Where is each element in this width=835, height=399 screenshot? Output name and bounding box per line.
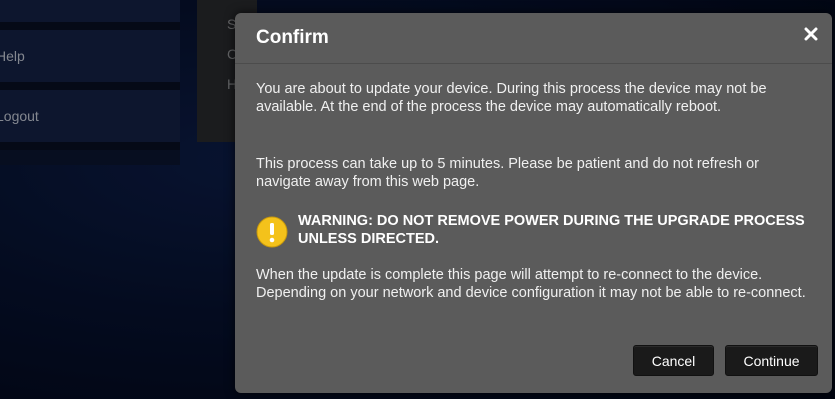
duration-notice: This process can take up to 5 minutes. P…	[256, 156, 759, 190]
close-icon[interactable]	[804, 27, 818, 41]
continue-button[interactable]: Continue	[725, 345, 818, 376]
warning-icon	[256, 216, 288, 248]
confirm-dialog: Confirm You are about to update your dev…	[235, 13, 832, 393]
update-description: You are about to update your device. Dur…	[256, 81, 767, 115]
warning-block: WARNING: DO NOT REMOVE POWER DURING THE …	[256, 212, 816, 252]
cancel-button[interactable]: Cancel	[633, 345, 714, 376]
title-divider	[235, 63, 832, 64]
reconnect-notice: When the update is complete this page wi…	[256, 267, 806, 301]
warning-text: WARNING: DO NOT REMOVE POWER DURING THE …	[298, 213, 805, 247]
dialog-title: Confirm	[256, 27, 329, 48]
